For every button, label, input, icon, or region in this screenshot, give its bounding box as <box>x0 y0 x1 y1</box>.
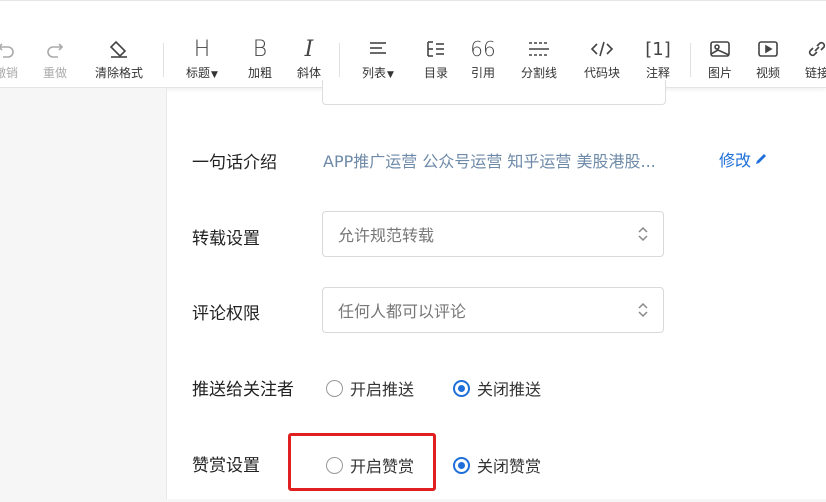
video-button[interactable]: 视频 <box>752 17 784 87</box>
radio-circle-checked <box>453 456 470 474</box>
highlight-box <box>288 433 436 491</box>
italic-button[interactable]: I 斜体 <box>292 17 326 87</box>
link-icon <box>806 34 826 64</box>
list-label: 列表 <box>362 66 387 80</box>
heading-button[interactable]: H 标题▼ <box>178 17 226 87</box>
footnote-label: 注释 <box>645 66 670 80</box>
video-icon <box>757 34 779 64</box>
repost-label: 转载设置 <box>192 229 260 249</box>
link-label: 链接 <box>804 66 826 80</box>
divider-label: 分割线 <box>520 66 557 80</box>
reward-label: 赞赏设置 <box>192 456 260 476</box>
push-on-radio[interactable]: 开启推送 <box>326 376 414 400</box>
toolbar-separator <box>339 43 340 77</box>
toc-label: 目录 <box>423 66 448 80</box>
caret-down-icon: ▼ <box>211 70 218 80</box>
italic-icon: I <box>304 36 314 62</box>
toc-button[interactable]: 目录 <box>420 17 452 87</box>
repost-select-value: 允许规范转载 <box>338 226 435 245</box>
link-button[interactable]: 链接 <box>800 17 826 87</box>
code-icon <box>590 34 614 64</box>
comment-label: 评论权限 <box>192 304 260 324</box>
reward-off-label: 关闭赞赏 <box>477 457 542 476</box>
eraser-icon <box>108 34 130 64</box>
bold-button[interactable]: B 加粗 <box>243 17 277 87</box>
select-chevron-icon <box>638 226 648 242</box>
clear-format-button[interactable]: 清除格式 <box>88 17 150 87</box>
image-label: 图片 <box>707 66 732 80</box>
top-divider <box>0 0 826 1</box>
pencil-icon <box>756 154 767 164</box>
redo-button[interactable]: 重做 <box>40 17 70 87</box>
heading-icon: H <box>193 36 211 62</box>
push-off-label: 关闭推送 <box>477 380 542 399</box>
toolbar-separator <box>690 43 691 77</box>
image-button[interactable]: 图片 <box>704 17 736 87</box>
video-label: 视频 <box>755 66 780 80</box>
select-chevron-icon <box>638 302 648 318</box>
divider-button[interactable]: 分割线 <box>515 17 563 87</box>
toolbar-separator <box>163 43 164 77</box>
push-off-radio[interactable]: 关闭推送 <box>453 376 541 400</box>
image-icon <box>709 34 731 64</box>
redo-icon <box>45 34 65 64</box>
radio-circle <box>326 379 343 397</box>
intro-label: 一句话介绍 <box>192 153 277 173</box>
toc-icon <box>425 34 447 64</box>
list-button[interactable]: 列表▼ <box>354 17 402 87</box>
bold-icon: B <box>252 36 268 62</box>
comment-select-value: 任何人都可以评论 <box>338 302 467 321</box>
clear-format-label: 清除格式 <box>94 66 143 80</box>
code-block-button[interactable]: 代码块 <box>578 17 626 87</box>
edit-intro-button[interactable]: 修改 <box>719 147 768 171</box>
repost-select[interactable]: 允许规范转载 <box>322 211 664 257</box>
previous-field-box <box>322 80 666 105</box>
push-on-label: 开启推送 <box>350 380 415 399</box>
undo-icon <box>0 34 16 64</box>
intro-value: APP推广运营 公众号运营 知乎运营 美股港股... <box>323 152 656 171</box>
undo-button[interactable]: 撤销 <box>0 17 18 87</box>
editor-toolbar: 撤销 重做 清除格式 H 标题▼ B 加粗 I 斜体 列表▼ 目录 66 引用 … <box>0 17 826 88</box>
redo-label: 重做 <box>42 66 67 80</box>
italic-label: 斜体 <box>296 66 321 80</box>
quote-icon: 66 <box>470 37 496 61</box>
push-label: 推送给关注者 <box>192 380 294 400</box>
footnote-button[interactable]: [1] 注释 <box>641 17 675 87</box>
comment-select[interactable]: 任何人都可以评论 <box>322 287 664 333</box>
heading-label: 标题 <box>186 66 211 80</box>
caret-down-icon: ▼ <box>387 70 394 80</box>
footnote-icon: [1] <box>645 38 671 60</box>
bold-label: 加粗 <box>247 66 272 80</box>
left-panel <box>0 88 167 502</box>
list-icon <box>367 34 389 64</box>
quote-label: 引用 <box>470 66 495 80</box>
reward-off-radio[interactable]: 关闭赞赏 <box>453 453 541 477</box>
undo-label: 撤销 <box>0 66 19 80</box>
quote-button[interactable]: 66 引用 <box>467 17 499 87</box>
divider-icon <box>527 34 551 64</box>
code-block-label: 代码块 <box>583 66 620 80</box>
radio-circle-checked <box>453 379 470 397</box>
edit-intro-label: 修改 <box>719 151 752 170</box>
